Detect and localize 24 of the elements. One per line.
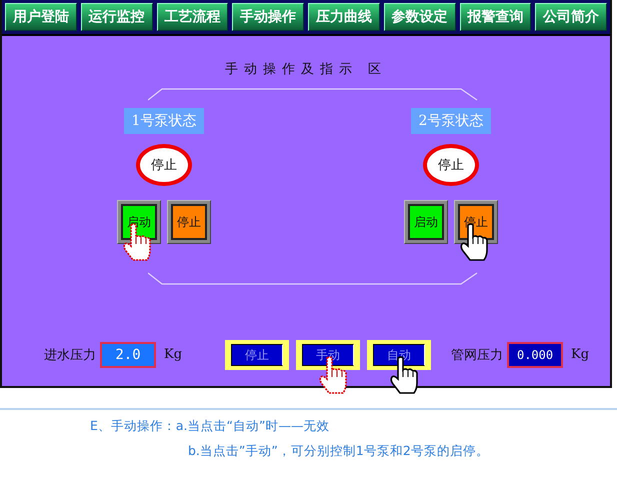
- network-pressure-value: 0.000: [507, 342, 564, 368]
- nav-button[interactable]: 公司简介: [535, 3, 607, 31]
- nav-button[interactable]: 手动操作: [232, 3, 304, 31]
- status-indicator: 停止: [423, 144, 479, 186]
- nav-button[interactable]: 报警查询: [460, 3, 532, 31]
- status-indicator: 停止: [136, 144, 192, 186]
- nav-button[interactable]: 运行监控: [80, 3, 152, 31]
- nav-button[interactable]: 参数设定: [384, 3, 456, 31]
- caption-text: b.当点击”手动”，可分别控制1号泵和2号泵的启停。: [187, 443, 490, 460]
- pump-label: 2号泵状态: [410, 108, 492, 134]
- inlet-pressure-value: 2.0: [100, 342, 156, 368]
- network-pressure-label: 管网压力: [451, 346, 504, 364]
- nav-button[interactable]: 工艺流程: [156, 3, 228, 31]
- caption-text: E、手动操作：a.当点击“自动”时——无效: [89, 418, 330, 435]
- pump-label: 1号泵状态: [124, 108, 204, 134]
- mode-button[interactable]: 停止: [231, 344, 284, 366]
- stop-button[interactable]: 停止: [171, 204, 207, 240]
- nav-button[interactable]: 压力曲线: [308, 3, 380, 31]
- nav-button[interactable]: 用户登陆: [5, 3, 77, 31]
- unit-label: Kg: [164, 347, 182, 362]
- inlet-pressure-label: 进水压力: [44, 346, 96, 364]
- section-title: 手动操作及指示 区: [224, 61, 388, 78]
- unit-label: Kg: [571, 347, 590, 362]
- start-button[interactable]: 启动: [408, 204, 444, 240]
